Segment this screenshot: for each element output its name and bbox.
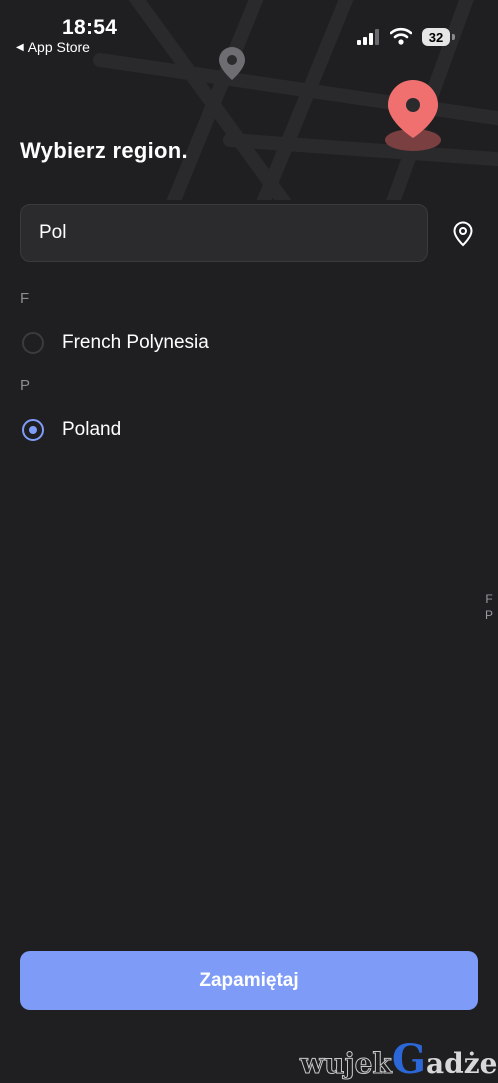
wifi-icon — [390, 27, 412, 45]
index-letter-p[interactable]: P — [484, 607, 494, 623]
region-label: Poland — [62, 419, 122, 440]
radio-unselected[interactable] — [22, 332, 44, 354]
radio-selected[interactable] — [22, 419, 44, 441]
alphabet-index[interactable]: F P — [484, 591, 494, 623]
search-input[interactable] — [39, 205, 409, 261]
watermark-logo: wujekGadżet — [300, 1036, 498, 1083]
search-field[interactable] — [20, 204, 428, 262]
battery-icon: 32 — [422, 28, 450, 46]
page-title: Wybierz region. — [20, 138, 188, 163]
back-label: App Store — [27, 39, 90, 55]
region-item-french-polynesia[interactable]: French Polynesia — [20, 323, 460, 363]
index-letter-f[interactable]: F — [484, 591, 494, 607]
region-label: French Polynesia — [62, 332, 209, 353]
back-to-app-store-link[interactable]: ◀ App Store — [16, 39, 90, 55]
status-bar: 18:54 ◀ App Store 32 — [0, 0, 498, 60]
save-button[interactable]: Zapamiętaj — [20, 951, 478, 1010]
watermark-part3: adżet — [425, 1047, 498, 1080]
section-header-f: F — [20, 290, 30, 307]
section-header-p: P — [20, 377, 31, 394]
battery-tip — [452, 34, 455, 40]
status-time: 18:54 — [62, 16, 118, 39]
region-item-poland[interactable]: Poland — [20, 410, 460, 450]
location-pin-icon — [453, 221, 473, 247]
watermark-part1: wujek — [300, 1047, 393, 1081]
cellular-signal-icon — [357, 29, 379, 45]
map-pin-icon — [385, 80, 441, 151]
watermark-part2: G — [391, 1036, 426, 1083]
locate-button[interactable] — [450, 220, 476, 248]
back-arrow-icon: ◀ — [16, 41, 24, 53]
